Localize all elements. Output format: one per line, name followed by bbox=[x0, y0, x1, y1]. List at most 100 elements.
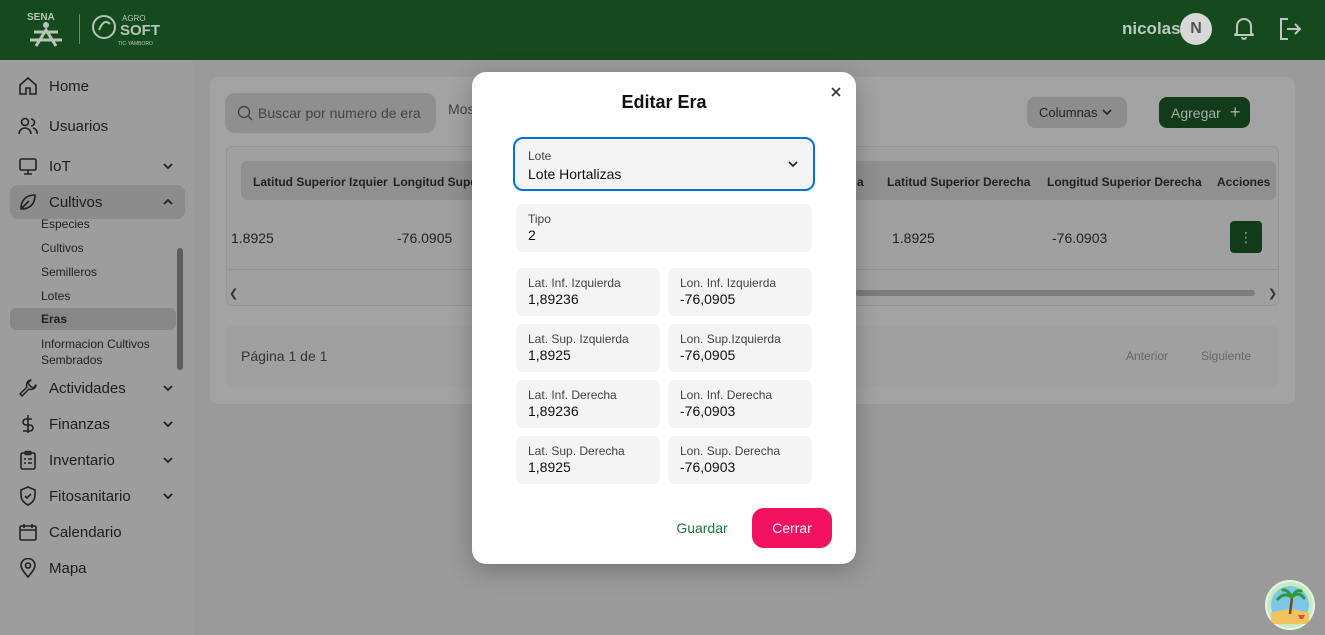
home-icon bbox=[19, 76, 37, 95]
field-label: Lat. Sup. Derecha bbox=[528, 444, 625, 458]
logout-icon[interactable] bbox=[1277, 16, 1303, 42]
sidebar-item-label: Fitosanitario bbox=[49, 487, 131, 505]
tipo-field[interactable]: Tipo 2 bbox=[516, 204, 812, 252]
lat-sup-izquierda-field[interactable]: Lat. Sup. Izquierda 1,8925 bbox=[516, 324, 660, 372]
column-header[interactable]: Acciones bbox=[1217, 175, 1270, 189]
lon-inf-derecha-field[interactable]: Lon. Inf. Derecha -76,0903 bbox=[668, 380, 812, 428]
sidebar-item-cultivos[interactable]: Cultivos bbox=[10, 185, 185, 219]
field-label: Lon. Sup.Izquierda bbox=[680, 332, 781, 346]
column-header[interactable]: a bbox=[857, 175, 864, 189]
sidebar-item-label: Home bbox=[49, 77, 90, 95]
sidebar-item-finanzas[interactable]: Finanzas bbox=[10, 407, 185, 441]
lote-label: Lote bbox=[528, 149, 552, 163]
field-value: 1,8925 bbox=[528, 459, 571, 475]
clipboard-icon bbox=[20, 450, 36, 470]
lat-sup-derecha-field[interactable]: Lat. Sup. Derecha 1,8925 bbox=[516, 436, 660, 484]
sidebar-subitem-lotes[interactable]: Lotes bbox=[10, 288, 176, 304]
svg-text:SENA: SENA bbox=[27, 12, 55, 23]
chevron-down-icon bbox=[163, 493, 173, 500]
sidebar-item-mapa[interactable]: Mapa bbox=[10, 551, 185, 585]
lote-select[interactable]: Lote Lote Hortalizas bbox=[513, 137, 815, 191]
sidebar-subitem-semilleros[interactable]: Semilleros bbox=[10, 264, 176, 280]
field-value: -76,0903 bbox=[680, 459, 736, 475]
field-label: Lat. Sup. Izquierda bbox=[528, 332, 629, 346]
sena-logo-icon: SENA bbox=[27, 12, 62, 47]
column-header[interactable]: Longitud Supe bbox=[393, 175, 477, 189]
sidebar-item-label: Mapa bbox=[49, 559, 87, 577]
sidebar-item-calendario[interactable]: Calendario bbox=[10, 515, 185, 549]
columns-button[interactable]: Columnas bbox=[1027, 97, 1127, 128]
sidebar-item-inventario[interactable]: Inventario bbox=[10, 443, 185, 477]
scroll-left-icon[interactable]: ❮ bbox=[229, 287, 238, 300]
agrosoft-logo-icon: AGRO SOFT TIC·YAMBORO bbox=[92, 14, 160, 47]
field-value: -76,0905 bbox=[680, 347, 736, 363]
lat-inf-derecha-field[interactable]: Lat. Inf. Derecha 1,89236 bbox=[516, 380, 660, 428]
sidebar-scrollbar[interactable] bbox=[177, 248, 183, 370]
island-assistant-icon[interactable] bbox=[1265, 580, 1315, 630]
close-icon[interactable] bbox=[829, 85, 843, 99]
field-value: -76,0905 bbox=[680, 291, 736, 307]
prev-page-button[interactable]: Anterior bbox=[1126, 349, 1168, 363]
plus-icon: + bbox=[1229, 102, 1241, 122]
horizontal-scrollbar[interactable] bbox=[855, 290, 1255, 296]
avatar[interactable]: N bbox=[1180, 13, 1212, 45]
sidebar-item-iot[interactable]: IoT bbox=[10, 149, 185, 183]
svg-text:TIC·YAMBORO: TIC·YAMBORO bbox=[118, 41, 153, 47]
bell-icon[interactable] bbox=[1232, 15, 1256, 41]
field-label: Lon. Inf. Izquierda bbox=[680, 276, 777, 290]
column-header[interactable]: Longitud Superior Derecha bbox=[1047, 175, 1202, 189]
add-button[interactable]: Agregar + bbox=[1159, 97, 1250, 128]
users-icon bbox=[18, 117, 38, 135]
next-page-button[interactable]: Siguiente bbox=[1201, 349, 1251, 363]
chevron-down-icon bbox=[163, 385, 173, 392]
search-input[interactable]: Buscar por numero de era bbox=[225, 93, 436, 133]
lon-sup-izquierda-field[interactable]: Lon. Sup.Izquierda -76,0905 bbox=[668, 324, 812, 372]
sidebar-item-actividades[interactable]: Actividades bbox=[10, 371, 185, 405]
search-icon bbox=[237, 105, 253, 121]
wrench-icon bbox=[19, 379, 37, 397]
chevron-down-icon bbox=[788, 161, 798, 168]
table-cell: -76.0905 bbox=[397, 230, 453, 246]
sidebar-subitem-eras[interactable]: Eras bbox=[10, 308, 176, 330]
logo-separator bbox=[79, 14, 80, 44]
table-cell: 1.8925 bbox=[892, 230, 935, 246]
column-header[interactable]: Latitud Superior Derecha bbox=[887, 175, 1030, 189]
row-actions-button[interactable]: ⋮ bbox=[1230, 221, 1262, 253]
sidebar-item-label: Calendario bbox=[49, 523, 122, 541]
field-label: Lon. Inf. Derecha bbox=[680, 388, 773, 402]
chevron-up-icon bbox=[163, 198, 173, 205]
columns-button-label: Columnas bbox=[1039, 105, 1098, 120]
field-value: 1,89236 bbox=[528, 403, 579, 419]
sidebar-item-label: Usuarios bbox=[49, 117, 109, 135]
chevron-down-icon bbox=[1102, 109, 1112, 116]
close-button[interactable]: Cerrar bbox=[752, 508, 832, 548]
svg-text:SOFT: SOFT bbox=[120, 22, 160, 39]
sidebar-item-label: Actividades bbox=[49, 379, 126, 397]
lon-sup-derecha-field[interactable]: Lon. Sup. Derecha -76,0903 bbox=[668, 436, 812, 484]
lat-inf-izquierda-field[interactable]: Lat. Inf. Izquierda 1,89236 bbox=[516, 268, 660, 316]
chevron-down-icon bbox=[163, 457, 173, 464]
table-cell: -76.0903 bbox=[1052, 230, 1108, 246]
field-value: 2 bbox=[528, 227, 536, 243]
lon-inf-izquierda-field[interactable]: Lon. Inf. Izquierda -76,0905 bbox=[668, 268, 812, 316]
sidebar-item-usuarios[interactable]: Usuarios bbox=[10, 109, 185, 143]
sidebar-subitem-informacion-cultivos[interactable]: Informacion Cultivos Sembrados bbox=[10, 336, 160, 368]
field-value: 1,89236 bbox=[528, 291, 579, 307]
sidebar-item-label: IoT bbox=[49, 157, 71, 175]
field-label: Lon. Sup. Derecha bbox=[680, 444, 781, 458]
scroll-right-icon[interactable]: ❯ bbox=[1268, 287, 1277, 300]
save-button[interactable]: Guardar bbox=[662, 508, 742, 548]
sidebar: Home Usuarios IoT Cultivos Especies Cult… bbox=[0, 60, 193, 635]
user-name: nicolas bbox=[1122, 19, 1181, 38]
sidebar-subitem-especies[interactable]: Especies bbox=[10, 216, 176, 232]
shield-check-icon bbox=[20, 486, 36, 506]
sidebar-subitem-cultivos[interactable]: Cultivos bbox=[10, 240, 176, 256]
field-label: Lat. Inf. Derecha bbox=[528, 388, 617, 402]
add-button-label: Agregar bbox=[1171, 104, 1221, 121]
map-pin-icon bbox=[20, 558, 36, 578]
chevron-down-icon bbox=[163, 163, 173, 170]
sidebar-item-fitosanitario[interactable]: Fitosanitario bbox=[10, 479, 185, 513]
column-header[interactable]: Latitud Superior Izquier bbox=[253, 175, 388, 189]
sidebar-item-home[interactable]: Home bbox=[10, 69, 185, 103]
sidebar-item-label: Inventario bbox=[49, 451, 115, 469]
